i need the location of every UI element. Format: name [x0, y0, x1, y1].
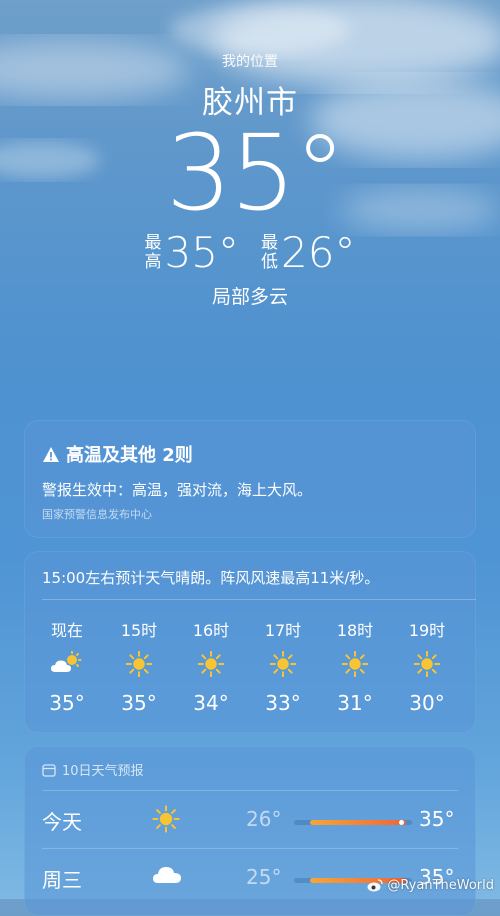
current-temperature: 35°: [165, 112, 346, 234]
low-label: 最 低: [261, 232, 278, 272]
watermark: @RyanTheWorld: [367, 878, 494, 893]
hour-time: 19时: [408, 621, 446, 640]
hour-temp: 33°: [265, 691, 301, 715]
sun-icon: [197, 650, 225, 678]
day-name: 今天: [42, 810, 82, 834]
hourly-summary: 15:00左右预计天气晴朗。阵风风速最高11米/秒。: [42, 569, 380, 587]
hourly-list[interactable]: 现在 35° 15时 35° 16时 34° 17时 33° 18时 31° 19时 30…: [31, 617, 463, 715]
hour-time: 15时: [120, 621, 158, 640]
alert-card[interactable]: 高温及其他 2则 警报生效中：高温，强对流，海上大风。 国家预警信息发布中心: [24, 420, 476, 538]
high-label-char-2: 高: [144, 251, 162, 272]
hour-time: 现在: [50, 621, 83, 640]
hourly-forecast-card[interactable]: 15:00左右预计天气晴朗。阵风风速最高11米/秒。 现在 35° 15时 35°…: [24, 551, 476, 733]
low-label-char-2: 低: [261, 251, 278, 272]
day-high: 35°: [419, 807, 455, 831]
daily-header-text: 10日天气预报: [62, 764, 144, 779]
hourly-item: 19时 30°: [391, 617, 463, 715]
day-icon: [152, 863, 182, 889]
hour-temp: 34°: [193, 691, 229, 715]
hourly-item: 18时 31°: [319, 617, 391, 715]
temperature-range-fill: [310, 820, 406, 825]
low-label-char-1: 最: [261, 232, 278, 253]
high-low-temperatures: 最 高 35° 最 低 26°: [0, 228, 500, 277]
partly-cloudy-icon: [51, 650, 82, 672]
weibo-icon: [367, 879, 383, 892]
hourly-item: 16时 34°: [175, 617, 247, 715]
high-label-char-1: 最: [144, 232, 162, 253]
hour-temp: 30°: [409, 691, 445, 715]
daily-header: 10日天气预报: [42, 760, 144, 779]
warning-icon: [43, 446, 59, 462]
alert-title: 高温及其他 2则: [42, 441, 193, 467]
cloud-icon: [153, 867, 181, 883]
high-label: 最 高: [144, 232, 162, 272]
hour-icon: [413, 650, 441, 678]
hour-temp: 35°: [49, 691, 85, 715]
hour-icon: [197, 650, 225, 678]
hourly-item: 15时 35°: [103, 617, 175, 715]
hour-temp: 31°: [337, 691, 373, 715]
hour-icon: [125, 650, 153, 678]
hour-icon: [269, 650, 297, 678]
sun-icon: [341, 650, 369, 678]
hour-temp: 35°: [121, 691, 157, 715]
hourly-item: 17时 33°: [247, 617, 319, 715]
location-label: 我的位置: [222, 54, 278, 70]
daily-row[interactable]: 周三 25° 35°: [24, 849, 476, 905]
weather-condition: 局部多云: [211, 286, 288, 308]
day-name: 周三: [42, 868, 82, 892]
day-low: 25°: [246, 865, 282, 889]
temperature-range-bar: [294, 820, 412, 825]
sun-icon: [413, 650, 441, 678]
hourly-item: 现在 35°: [31, 617, 103, 715]
low-temperature: 最 低 26°: [261, 228, 355, 277]
high-value: 35°: [164, 228, 239, 277]
calendar-icon: [42, 763, 56, 777]
current-temp-dot: [399, 820, 404, 825]
day-low: 26°: [246, 807, 282, 831]
hour-time: 16时: [192, 621, 230, 640]
alert-text: 警报生效中：高温，强对流，海上大风。: [42, 481, 313, 499]
sun-icon: [125, 650, 153, 678]
divider: [42, 599, 476, 600]
alert-title-text: 高温及其他 2则: [66, 445, 193, 466]
sun-icon: [269, 650, 297, 678]
sun-icon: [152, 805, 180, 833]
daily-row[interactable]: 今天 26° 35°: [24, 791, 476, 847]
high-temperature: 最 高 35°: [145, 228, 239, 277]
hour-icon: [341, 650, 369, 678]
low-value: 26°: [281, 228, 356, 277]
hour-time: 17时: [264, 621, 302, 640]
alert-source: 国家预警信息发布中心: [42, 508, 152, 521]
hour-time: 18时: [336, 621, 374, 640]
hour-icon: [50, 650, 84, 675]
watermark-text: @RyanTheWorld: [387, 878, 494, 893]
day-icon: [152, 805, 180, 837]
